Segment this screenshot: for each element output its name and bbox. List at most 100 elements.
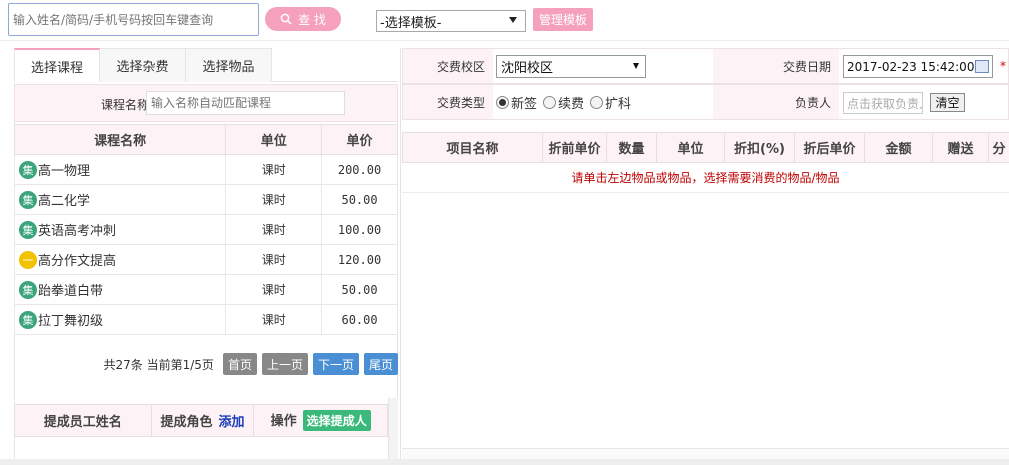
campus-label: 交费校区 [403,49,493,83]
type-label: 交费类型 [403,85,493,119]
col-staff-role: 提成角色 添加 [150,404,255,437]
radio-new-dot[interactable] [496,96,509,109]
col-staff-op-label: 操作 [270,414,297,429]
dropdown-arrow-icon [633,63,639,69]
col-price: 单价 [321,124,398,155]
course-price: 100.00 [321,214,398,245]
radio-renew-dot[interactable] [543,96,557,109]
pager-info: 共27条 当前第1/5页 [103,357,214,372]
radio-expand-dot[interactable] [590,96,604,109]
horizontal-scrollbar[interactable] [0,459,1009,465]
item-col-header: 折后单价 [794,132,865,163]
tab-select-goods[interactable]: 选择物品 [186,48,272,82]
payment-form: 交费校区 沈阳校区 交费日期 2017-02-23 15:42:00 * 交费类… [402,48,1009,121]
search-button[interactable]: 查 找 [265,7,341,31]
course-name-cell[interactable]: 集高一物理 [13,154,227,185]
owner-input[interactable]: 点击获取负责人 [843,92,923,114]
dropdown-arrow-icon [509,17,517,23]
course-type-badge: 集 [19,280,37,299]
form-row-1: 交费校区 沈阳校区 交费日期 2017-02-23 15:42:00 * [402,48,1009,84]
radio-new[interactable]: 新签 [496,93,537,112]
course-type-badge: 集 [19,190,37,209]
search-icon [280,13,292,25]
course-unit: 课时 [225,154,323,185]
radio-expand[interactable]: 扩科 [590,93,631,112]
radio-new-label: 新签 [511,97,538,112]
course-row[interactable]: 集拉丁舞初级 课时 60.00 [13,304,398,335]
course-name: 拉丁舞初级 [38,314,104,329]
course-row[interactable]: 集跆拳道白带 课时 50.00 [13,274,398,305]
type-radio-group: 新签 续费 扩科 [496,93,631,112]
course-row[interactable]: 集英语高考冲刺 课时 100.00 [13,214,398,245]
search-button-label: 查 找 [298,12,326,27]
date-input-value: 2017-02-23 15:42:00 [847,59,975,74]
course-row[interactable]: 集高一物理 课时 200.00 [13,154,398,185]
radio-expand-label: 扩科 [605,97,632,112]
tab-select-course[interactable]: 选择课程 [14,48,100,82]
item-col-header: 折前单价 [542,132,607,163]
owner-label: 负责人 [713,85,839,119]
course-name: 高一物理 [38,164,91,179]
course-name-cell[interactable]: 一高分作文提高 [13,244,227,275]
course-table: 课程名称 单位 单价 集高一物理 课时 200.00 集高二化学 课时 50.00 集英语高… [13,124,398,335]
course-type-badge: 一 [19,250,37,269]
top-divider [0,40,1009,41]
calendar-icon[interactable] [975,60,989,73]
radio-renew-label: 续费 [558,97,585,112]
course-filter-bar: 课程名称 [14,84,398,122]
last-page-button[interactable]: 尾页 [363,353,398,375]
course-name-cell[interactable]: 集跆拳道白带 [13,274,227,305]
commission-table: 提成员工姓名 提成角色 添加 操作 选择提成人 [14,404,388,437]
left-tabs: 选择课程 选择杂费 选择物品 [14,48,398,82]
form-row-2: 交费类型 新签 续费 扩科 负责人 点击获取负责人 清空 [402,84,1009,120]
course-name: 跆拳道白带 [38,284,104,299]
radio-renew[interactable]: 续费 [543,93,584,112]
course-name: 高二化学 [38,194,91,209]
campus-select[interactable]: 沈阳校区 [496,55,646,78]
course-unit: 课时 [225,184,323,215]
template-select[interactable]: -选择模板- [376,10,526,32]
first-page-button[interactable]: 首页 [222,353,257,375]
search-input[interactable] [8,3,259,36]
item-table: 项目名称 折前单价 数量 单位 折扣(%) 折后单价 金额 赠送分 [402,132,1009,163]
course-unit: 课时 [225,214,323,245]
empty-message: 请单击左边物品或物品，选择需要消费的物品/物品 [402,162,1009,193]
course-price: 50.00 [321,184,398,215]
col-course-name: 课程名称 [13,124,227,155]
course-type-badge: 集 [19,220,37,239]
manage-template-button[interactable]: 管理模板 [533,8,593,31]
course-price: 50.00 [321,274,398,305]
item-col-header: 金额 [864,132,933,163]
course-name-cell[interactable]: 集拉丁舞初级 [13,304,227,335]
course-name-cell[interactable]: 集英语高考冲刺 [13,214,227,245]
course-type-badge: 集 [19,160,37,179]
add-commission-link[interactable]: 添加 [218,415,244,430]
course-price: 200.00 [321,154,398,185]
course-row[interactable]: 一高分作文提高 课时 120.00 [13,244,398,275]
course-row[interactable]: 集高二化学 课时 50.00 [13,184,398,215]
required-mark: * [1000,59,1006,73]
course-unit: 课时 [225,304,323,335]
clear-button[interactable]: 清空 [930,93,965,112]
course-unit: 课时 [225,274,323,305]
course-price: 120.00 [321,244,398,275]
course-filter-input[interactable] [146,91,345,115]
left-scrollbar[interactable] [388,398,398,462]
next-page-button[interactable]: 下一页 [312,353,359,375]
col-staff-op: 操作 选择提成人 [253,404,388,437]
course-name-cell[interactable]: 集高二化学 [13,184,227,215]
item-col-header: 数量 [606,132,657,163]
panel-divider [400,48,401,462]
pager: 共27条 当前第1/5页 首页 上一页 下一页 尾页 [14,352,398,376]
col-unit: 单位 [225,124,323,155]
item-col-header: 分 [988,132,1009,163]
select-commission-button[interactable]: 选择提成人 [302,410,371,431]
item-col-header: 赠送 [932,132,989,163]
campus-select-value: 沈阳校区 [501,61,554,76]
tab-select-fees[interactable]: 选择杂费 [100,48,186,82]
item-col-header: 单位 [656,132,725,163]
col-staff-role-label: 提成角色 [160,415,213,430]
date-input[interactable]: 2017-02-23 15:42:00 [843,55,993,78]
course-type-badge: 集 [19,310,37,329]
prev-page-button[interactable]: 上一页 [261,353,308,375]
